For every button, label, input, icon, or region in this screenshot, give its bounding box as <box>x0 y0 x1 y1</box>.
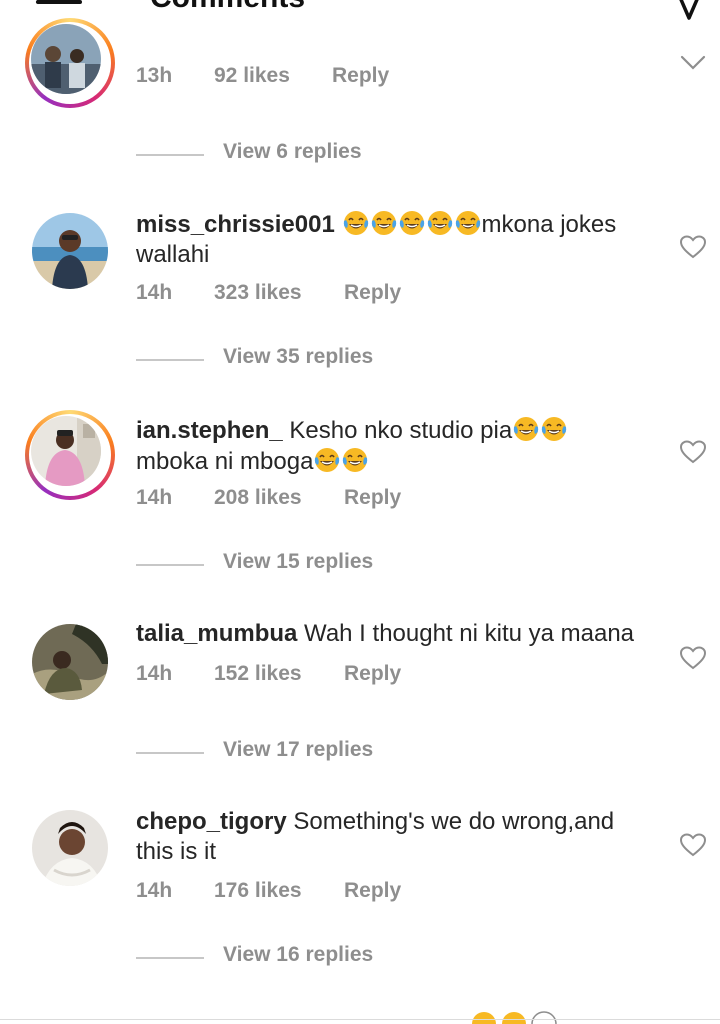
view-replies-button[interactable]: View 35 replies <box>136 345 536 375</box>
avatar[interactable] <box>25 410 115 500</box>
replies-divider <box>136 359 204 361</box>
avatar-photo <box>32 624 108 700</box>
laughing-emoji-icon <box>371 211 396 235</box>
comment-text: chepo_tigory Something's we do wrong,and… <box>136 807 636 867</box>
avatar[interactable] <box>32 810 108 886</box>
like-count[interactable]: 323 likes <box>214 281 302 305</box>
like-count[interactable]: 176 likes <box>214 879 302 903</box>
comment-username[interactable]: talia_mumbua <box>136 620 297 647</box>
laughing-emoji-icon <box>455 211 480 235</box>
comment-time: 14h <box>136 281 173 304</box>
chevron-down-icon[interactable] <box>680 55 706 71</box>
laughing-emoji-group <box>512 417 568 444</box>
reply-button[interactable]: Reply <box>344 486 401 510</box>
comment-text: miss_chrissie001 mkona jokes wallahi <box>136 209 636 270</box>
view-replies-label: View 16 replies <box>223 943 374 966</box>
reply-button[interactable]: Reply <box>344 281 401 305</box>
heart-icon[interactable] <box>680 440 706 464</box>
avatar-photo <box>32 213 108 289</box>
laughing-emoji-icon <box>343 211 368 235</box>
comment-time: 14h <box>136 662 173 685</box>
view-replies-label: View 6 replies <box>223 140 362 163</box>
like-count[interactable]: 92 likes <box>214 64 290 88</box>
laughing-emoji-icon <box>315 448 340 472</box>
comment-username[interactable]: ian.stephen_ <box>136 417 283 444</box>
laughing-emoji-icon <box>427 211 452 235</box>
send-icon[interactable] <box>672 0 706 20</box>
laughing-emoji-icon <box>399 211 424 235</box>
heart-icon[interactable] <box>680 235 706 259</box>
view-replies-label: View 17 replies <box>223 738 374 761</box>
view-replies-label: View 15 replies <box>223 550 374 573</box>
comment-body: Kesho nko studio pia <box>282 417 513 444</box>
avatar[interactable] <box>32 213 108 289</box>
laughing-emoji-group <box>342 211 482 238</box>
avatar[interactable] <box>32 624 108 700</box>
replies-divider <box>136 154 204 156</box>
avatar[interactable] <box>25 18 115 108</box>
view-replies-label: View 35 replies <box>223 345 374 368</box>
comment-body <box>335 211 342 238</box>
replies-divider <box>136 752 204 754</box>
bottom-divider <box>0 1019 720 1020</box>
comment-time: 13h <box>136 64 173 87</box>
avatar-photo <box>31 24 101 94</box>
reply-button[interactable]: Reply <box>332 64 389 88</box>
replies-divider <box>136 564 204 566</box>
reply-button[interactable]: Reply <box>344 662 401 686</box>
comment-text: talia_mumbua Wah I thought ni kitu ya ma… <box>136 619 676 649</box>
heart-icon[interactable] <box>680 646 706 670</box>
view-replies-button[interactable]: View 17 replies <box>136 738 536 768</box>
laughing-emoji-icon <box>542 417 567 441</box>
reply-button[interactable]: Reply <box>344 879 401 903</box>
page-title: Comments <box>150 0 305 18</box>
laughing-emoji-group <box>313 448 369 475</box>
view-replies-button[interactable]: View 15 replies <box>136 550 536 580</box>
emoji-quick-bar[interactable] <box>470 1010 560 1024</box>
heart-icon[interactable] <box>680 833 706 857</box>
comment-body: mboka ni mboga <box>136 448 314 475</box>
comment-body: Wah I thought ni kitu ya maana <box>297 620 635 647</box>
replies-divider <box>136 957 204 959</box>
comment-username[interactable]: miss_chrissie001 <box>136 211 335 238</box>
comments-header: Comments <box>0 0 720 20</box>
comment-text: ian.stephen_ Kesho nko studio pia mboka n… <box>136 415 636 477</box>
like-count[interactable]: 152 likes <box>214 662 302 686</box>
like-count[interactable]: 208 likes <box>214 486 302 510</box>
laughing-emoji-icon <box>343 448 368 472</box>
comment-time: 14h <box>136 486 173 509</box>
view-replies-button[interactable]: View 6 replies <box>136 140 536 170</box>
avatar-photo <box>31 416 101 486</box>
comment-time: 14h <box>136 879 173 902</box>
comment-username[interactable]: chepo_tigory <box>136 808 287 835</box>
view-replies-button[interactable]: View 16 replies <box>136 943 536 973</box>
avatar-photo <box>32 810 108 886</box>
laughing-emoji-icon <box>472 1011 557 1024</box>
laughing-emoji-icon <box>514 417 539 441</box>
